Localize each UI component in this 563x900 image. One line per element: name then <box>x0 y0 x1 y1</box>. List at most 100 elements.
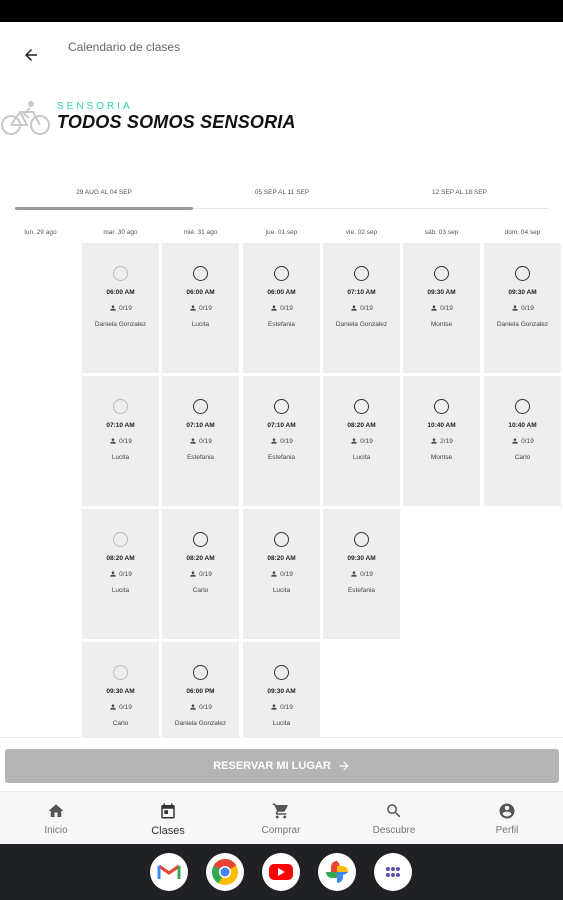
select-radio[interactable] <box>113 266 128 281</box>
class-slot[interactable]: 09:30 AM 0/19 Estefania <box>323 509 400 639</box>
class-capacity: 0/19 <box>243 304 320 312</box>
class-capacity: 0/19 <box>484 304 561 312</box>
select-radio[interactable] <box>193 665 208 680</box>
nav-comprar[interactable]: Comprar <box>225 792 337 845</box>
photos-app[interactable] <box>318 853 356 891</box>
select-radio[interactable] <box>193 532 208 547</box>
select-radio[interactable] <box>354 532 369 547</box>
class-instructor: Lucita <box>111 587 130 594</box>
tab-week-1[interactable]: 29 AUG AL 04 SEP <box>15 178 193 206</box>
class-slot[interactable]: 06:00 AM 0/19 Lucita <box>162 243 239 373</box>
select-radio[interactable] <box>274 665 289 680</box>
class-slot[interactable]: 06:00 PM 0/19 Daniela Gonzalez <box>162 642 239 737</box>
class-time: 08:20 AM <box>106 555 135 562</box>
select-radio[interactable] <box>515 399 530 414</box>
class-instructor: Estefania <box>186 454 215 461</box>
nav-perfil[interactable]: Perfil <box>451 792 563 845</box>
class-time: 10:40 AM <box>427 422 456 429</box>
class-time: 09:30 AM <box>347 555 376 562</box>
class-slot[interactable]: 08:20 AM 0/19 Carlo <box>162 509 239 639</box>
class-slot[interactable]: 10:40 AM 2/19 Montse <box>403 376 480 506</box>
select-radio[interactable] <box>515 266 530 281</box>
bike-logo-icon <box>1 101 50 135</box>
select-radio[interactable] <box>113 399 128 414</box>
brand-name-small: SENSORIA <box>57 101 133 112</box>
app-drawer[interactable] <box>374 853 412 891</box>
reserve-label: RESERVAR MI LUGAR <box>213 760 331 772</box>
youtube-app[interactable] <box>262 853 300 891</box>
class-capacity: 0/19 <box>82 703 159 711</box>
day-header: lun. 29 ago <box>24 229 57 236</box>
class-slot[interactable]: 07:10 AM 0/19 Lucita <box>82 376 159 506</box>
person-icon <box>351 571 357 577</box>
class-instructor: Daniela Gonzalez <box>335 321 388 328</box>
class-capacity: 0/19 <box>162 304 239 312</box>
class-slot[interactable]: 06:00 AM 0/19 Estefania <box>243 243 320 373</box>
class-slot[interactable]: 07:10 AM 0/19 Daniela Gonzalez <box>323 243 400 373</box>
class-slot[interactable]: 10:40 AM 0/19 Carlo <box>484 376 561 506</box>
class-time: 09:30 AM <box>508 289 537 296</box>
nav-clases[interactable]: Clases <box>112 792 224 845</box>
class-slot[interactable]: 08:20 AM 0/19 Lucita <box>82 509 159 639</box>
class-slot[interactable]: 09:30 AM 0/19 Lucita <box>243 642 320 737</box>
select-radio[interactable] <box>113 665 128 680</box>
back-button[interactable] <box>16 40 46 70</box>
class-slot[interactable]: 09:30 AM 0/19 Montse <box>403 243 480 373</box>
select-radio[interactable] <box>274 266 289 281</box>
page-title: Calendario de clases <box>68 40 181 54</box>
select-radio[interactable] <box>434 399 449 414</box>
nav-descubre[interactable]: Descubre <box>338 792 450 845</box>
account-icon <box>499 803 515 819</box>
class-time: 08:20 AM <box>186 555 215 562</box>
cart-icon <box>272 803 288 819</box>
class-slot[interactable]: 09:30 AM 0/19 Daniela Gonzalez <box>484 243 561 373</box>
class-capacity: 2/19 <box>403 437 480 445</box>
select-radio[interactable] <box>354 266 369 281</box>
gmail-app[interactable] <box>150 853 188 891</box>
capacity-value: 0/19 <box>199 304 212 312</box>
capacity-value: 0/19 <box>119 437 132 445</box>
nav-inicio[interactable]: Inicio <box>0 792 112 845</box>
class-slot[interactable]: 07:10 AM 0/19 Estefania <box>162 376 239 506</box>
class-slot[interactable]: 07:10 AM 0/19 Estefania <box>243 376 320 506</box>
person-icon <box>271 571 277 577</box>
capacity-value: 0/19 <box>199 703 212 711</box>
select-radio[interactable] <box>354 399 369 414</box>
tab-week-3[interactable]: 12 SEP AL 18 SEP <box>371 178 548 206</box>
capacity-value: 0/19 <box>440 304 453 312</box>
arrow-right-icon <box>339 761 349 771</box>
tab-week-2[interactable]: 05 SEP AL 11 SEP <box>193 178 371 206</box>
reserve-button[interactable]: RESERVAR MI LUGAR <box>5 749 559 783</box>
nav-label-inicio: Inicio <box>44 825 68 836</box>
calendar-icon <box>161 803 175 819</box>
select-radio[interactable] <box>274 532 289 547</box>
select-radio[interactable] <box>193 399 208 414</box>
class-capacity: 0/19 <box>484 437 561 445</box>
select-radio[interactable] <box>434 266 449 281</box>
day-header: sáb. 03 sep <box>424 229 459 236</box>
day-header-row: lun. 29 ago mar. 30 ago mié. 31 ago jue. 01… <box>0 229 563 241</box>
class-slot[interactable]: 08:20 AM 0/19 Lucita <box>243 509 320 639</box>
bottom-navigation: Inicio Clases Comprar Descubre Perfil <box>0 791 563 844</box>
select-radio[interactable] <box>193 266 208 281</box>
active-tab-indicator <box>15 207 193 210</box>
class-slot[interactable]: 09:30 AM 0/19 Carlo <box>82 642 159 737</box>
brand-logo: SENSORIA TODOS SOMOS SENSORIA <box>0 96 320 140</box>
class-time: 09:30 AM <box>106 688 135 695</box>
class-time: 07:10 AM <box>267 422 296 429</box>
class-slot[interactable]: 06:00 AM 0/19 Daniela Gonzalez <box>82 243 159 373</box>
person-icon <box>110 704 116 710</box>
class-instructor: Lucita <box>352 454 371 461</box>
nav-label-comprar: Comprar <box>261 825 301 836</box>
class-slot[interactable]: 08:20 AM 0/19 Lucita <box>323 376 400 506</box>
class-capacity: 0/19 <box>82 304 159 312</box>
select-radio[interactable] <box>274 399 289 414</box>
select-radio[interactable] <box>113 532 128 547</box>
class-instructor: Daniela Gonzalez <box>174 720 227 727</box>
home-icon <box>48 804 64 817</box>
chrome-app[interactable] <box>206 853 244 891</box>
class-instructor: Montse <box>430 454 453 461</box>
person-icon <box>271 704 277 710</box>
class-capacity: 0/19 <box>162 703 239 711</box>
class-capacity: 0/19 <box>323 437 400 445</box>
